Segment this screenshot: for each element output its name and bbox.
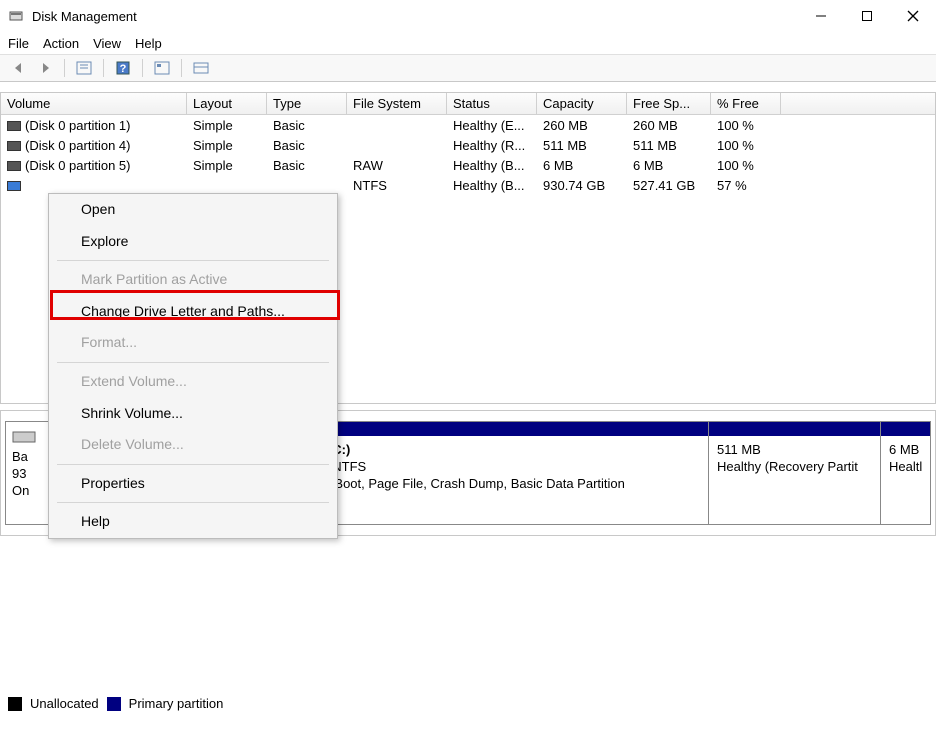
column-type[interactable]: Type — [267, 93, 347, 114]
partition-box[interactable]: 511 MB Healthy (Recovery Partit — [709, 421, 881, 525]
back-button[interactable] — [8, 57, 30, 79]
context-mark-active: Mark Partition as Active — [49, 264, 337, 296]
context-shrink-volume[interactable]: Shrink Volume... — [49, 398, 337, 430]
drive-icon — [7, 181, 21, 191]
context-help[interactable]: Help — [49, 506, 337, 538]
app-icon — [8, 8, 24, 24]
legend-label-unallocated: Unallocated — [30, 696, 99, 711]
legend-swatch-unallocated — [8, 697, 22, 711]
partition-box[interactable]: 6 MB Healtl — [881, 421, 931, 525]
column-pctfree[interactable]: % Free — [711, 93, 781, 114]
volume-row[interactable]: NTFS Healthy (B... 930.74 GB 527.41 GB 5… — [1, 175, 935, 195]
column-filesystem[interactable]: File System — [347, 93, 447, 114]
volume-row[interactable]: (Disk 0 partition 5) Simple Basic RAW He… — [1, 155, 935, 175]
context-separator — [57, 502, 329, 503]
menu-file[interactable]: File — [8, 36, 29, 51]
partition-header-bar — [709, 422, 880, 436]
partition-body: 511 MB Healthy (Recovery Partit — [709, 436, 880, 524]
legend-swatch-primary — [107, 697, 121, 711]
column-capacity[interactable]: Capacity — [537, 93, 627, 114]
toolbar-icon-1[interactable] — [73, 57, 95, 79]
drive-icon — [7, 141, 21, 151]
menu-help[interactable]: Help — [135, 36, 162, 51]
context-properties[interactable]: Properties — [49, 468, 337, 500]
menu-action[interactable]: Action — [43, 36, 79, 51]
context-extend-volume: Extend Volume... — [49, 366, 337, 398]
context-separator — [57, 362, 329, 363]
toolbar: ? — [0, 54, 936, 82]
toolbar-separator — [142, 59, 143, 77]
context-open[interactable]: Open — [49, 194, 337, 226]
menu-view[interactable]: View — [93, 36, 121, 51]
svg-text:?: ? — [120, 63, 127, 75]
partition-body: ows (C:) 4 GB NTFS althy (Boot, Page Fil… — [291, 436, 708, 524]
partition-body: 6 MB Healtl — [881, 436, 930, 524]
column-freespace[interactable]: Free Sp... — [627, 93, 711, 114]
forward-button[interactable] — [34, 57, 56, 79]
context-change-drive-letter[interactable]: Change Drive Letter and Paths... — [49, 296, 337, 328]
context-format: Format... — [49, 327, 337, 359]
toolbar-separator — [64, 59, 65, 77]
context-delete-volume: Delete Volume... — [49, 429, 337, 461]
volume-list-header: Volume Layout Type File System Status Ca… — [1, 93, 935, 115]
minimize-button[interactable] — [798, 0, 844, 32]
volume-name: (Disk 0 partition 4) — [1, 137, 187, 154]
toolbar-icon-3[interactable] — [190, 57, 212, 79]
titlebar: Disk Management — [0, 0, 936, 32]
disk-icon — [12, 428, 36, 446]
menubar: File Action View Help — [0, 32, 936, 54]
volume-name — [1, 177, 187, 194]
column-layout[interactable]: Layout — [187, 93, 267, 114]
context-separator — [57, 464, 329, 465]
drive-icon — [7, 121, 21, 131]
toolbar-separator — [181, 59, 182, 77]
volume-name: (Disk 0 partition 1) — [1, 117, 187, 134]
column-spacer — [781, 93, 935, 114]
legend-label-primary: Primary partition — [129, 696, 224, 711]
context-menu: Open Explore Mark Partition as Active Ch… — [48, 193, 338, 539]
toolbar-icon-2[interactable] — [151, 57, 173, 79]
partition-header-bar — [291, 422, 708, 436]
legend: Unallocated Primary partition — [8, 696, 223, 711]
partition-box[interactable]: ows (C:) 4 GB NTFS althy (Boot, Page Fil… — [291, 421, 709, 525]
volume-row[interactable]: (Disk 0 partition 4) Simple Basic Health… — [1, 135, 935, 155]
toolbar-separator — [103, 59, 104, 77]
context-explore[interactable]: Explore — [49, 226, 337, 258]
help-icon[interactable]: ? — [112, 57, 134, 79]
context-separator — [57, 260, 329, 261]
window-controls — [798, 0, 936, 32]
partition-header-bar — [881, 422, 930, 436]
column-status[interactable]: Status — [447, 93, 537, 114]
window-title: Disk Management — [32, 9, 798, 24]
maximize-button[interactable] — [844, 0, 890, 32]
column-volume[interactable]: Volume — [1, 93, 187, 114]
volume-row[interactable]: (Disk 0 partition 1) Simple Basic Health… — [1, 115, 935, 135]
volume-name: (Disk 0 partition 5) — [1, 157, 187, 174]
drive-icon — [7, 161, 21, 171]
close-button[interactable] — [890, 0, 936, 32]
